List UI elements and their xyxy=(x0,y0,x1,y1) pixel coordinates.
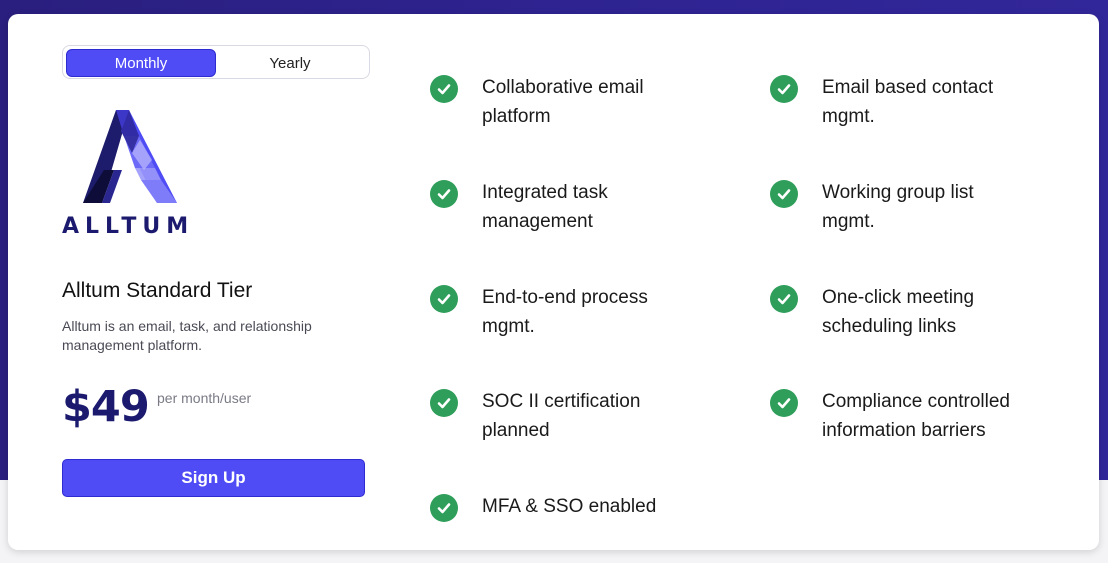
billing-toggle-monthly[interactable]: Monthly xyxy=(66,49,216,77)
check-circle-icon xyxy=(770,180,798,208)
feature-item: Email based contact mgmt. xyxy=(770,74,1022,131)
feature-text: SOC II certification planned xyxy=(482,391,641,441)
alltum-logo-icon xyxy=(83,110,177,203)
check-circle-icon xyxy=(770,75,798,103)
check-circle-icon xyxy=(430,180,458,208)
feature-item: Working group list mgmt. xyxy=(770,179,1022,236)
feature-text: End-to-end process mgmt. xyxy=(482,287,648,337)
brand-logo: ALLTUM xyxy=(62,108,212,243)
plan-title: Alltum Standard Tier xyxy=(62,279,253,302)
feature-text: One-click meeting scheduling links xyxy=(822,287,975,337)
feature-text: Integrated task management xyxy=(482,182,608,232)
plan-price: $49 xyxy=(62,382,150,432)
feature-text: Compliance controlled information barrie… xyxy=(822,391,1010,441)
feature-item: Integrated task management xyxy=(430,179,682,236)
feature-item: One-click meeting scheduling links xyxy=(770,284,1022,341)
plan-description: Alltum is an email, task, and relationsh… xyxy=(62,318,312,353)
pricing-card: Monthly Yearly ALLTUM Alltum Standard Ti… xyxy=(8,14,1099,550)
check-circle-icon xyxy=(430,389,458,417)
feature-text: MFA & SSO enabled xyxy=(482,496,657,517)
billing-toggle-yearly[interactable]: Yearly xyxy=(215,49,365,77)
feature-text: Email based contact mgmt. xyxy=(822,77,994,127)
feature-item: SOC II certification planned xyxy=(430,388,682,445)
check-circle-icon xyxy=(430,75,458,103)
brand-wordmark: ALLTUM xyxy=(62,214,195,239)
check-circle-icon xyxy=(770,389,798,417)
feature-item: Collaborative email platform xyxy=(430,74,682,131)
plan-price-unit: per month/user xyxy=(157,390,252,406)
sign-up-button[interactable]: Sign Up xyxy=(62,459,365,497)
feature-item: End-to-end process mgmt. xyxy=(430,284,682,341)
check-circle-icon xyxy=(430,285,458,313)
feature-item: Compliance controlled information barrie… xyxy=(770,388,1042,445)
feature-item: MFA & SSO enabled xyxy=(430,493,682,522)
check-circle-icon xyxy=(430,494,458,522)
billing-toggle: Monthly Yearly xyxy=(62,45,370,79)
feature-text: Working group list mgmt. xyxy=(822,182,974,232)
feature-text: Collaborative email platform xyxy=(482,77,644,127)
check-circle-icon xyxy=(770,285,798,313)
